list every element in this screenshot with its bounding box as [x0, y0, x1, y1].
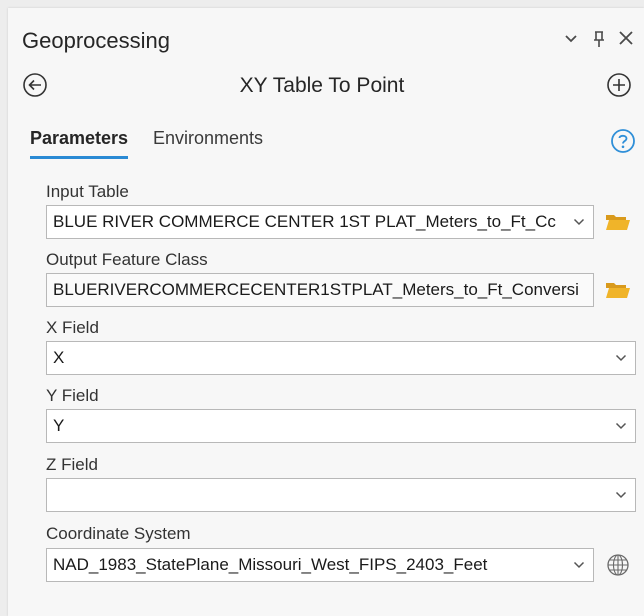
coordinate-system-dropdown[interactable]: NAD_1983_StatePlane_Missouri_West_FIPS_2… [46, 548, 594, 582]
chevron-down-icon[interactable] [613, 410, 629, 442]
coordinate-system-value: NAD_1983_StatePlane_Missouri_West_FIPS_2… [53, 555, 488, 574]
tab-environments-label: Environments [153, 128, 264, 148]
pin-icon[interactable] [592, 24, 606, 63]
y-field-dropdown[interactable]: Y [46, 409, 636, 443]
x-field-value: X [53, 348, 65, 367]
y-field-label: Y Field [46, 386, 99, 405]
input-table-dropdown[interactable]: BLUE RIVER COMMERCE CENTER 1ST PLAT_Mete… [46, 205, 594, 239]
active-tab-indicator [30, 156, 129, 159]
chevron-down-icon[interactable] [613, 479, 629, 511]
z-field-label: Z Field [46, 455, 98, 474]
tab-environments[interactable]: Environments [153, 128, 263, 149]
x-field-dropdown[interactable]: X [46, 341, 636, 375]
output-feature-class-label: Output Feature Class [46, 250, 208, 269]
input-table-value: BLUE RIVER COMMERCE CENTER 1ST PLAT_Mete… [53, 212, 556, 231]
folder-browse-icon[interactable] [604, 278, 632, 302]
output-feature-class-input[interactable]: BLUERIVERCOMMERCECENTER1STPLAT_Meters_to… [46, 273, 594, 307]
help-icon[interactable] [610, 128, 636, 159]
chevron-down-icon[interactable] [613, 342, 629, 374]
tab-parameters-label: Parameters [30, 128, 129, 148]
output-feature-class-value: BLUERIVERCOMMERCECENTER1STPLAT_Meters_to… [53, 280, 579, 299]
y-field-value: Y [53, 416, 65, 435]
coordinate-system-label: Coordinate System [46, 524, 191, 543]
add-circle-icon[interactable] [606, 72, 632, 98]
chevron-down-icon[interactable] [564, 24, 578, 63]
folder-browse-icon[interactable] [604, 210, 632, 234]
chevron-down-icon[interactable] [571, 206, 587, 238]
close-icon[interactable] [617, 24, 635, 63]
x-field-label: X Field [46, 318, 99, 337]
pane-title: Geoprocessing [22, 28, 170, 53]
tool-title: XY Table To Point [239, 74, 405, 97]
z-field-dropdown[interactable] [46, 478, 636, 512]
tab-parameters[interactable]: Parameters [30, 128, 129, 159]
input-table-label: Input Table [46, 182, 129, 201]
globe-icon[interactable] [606, 553, 634, 577]
chevron-down-icon[interactable] [571, 549, 587, 581]
